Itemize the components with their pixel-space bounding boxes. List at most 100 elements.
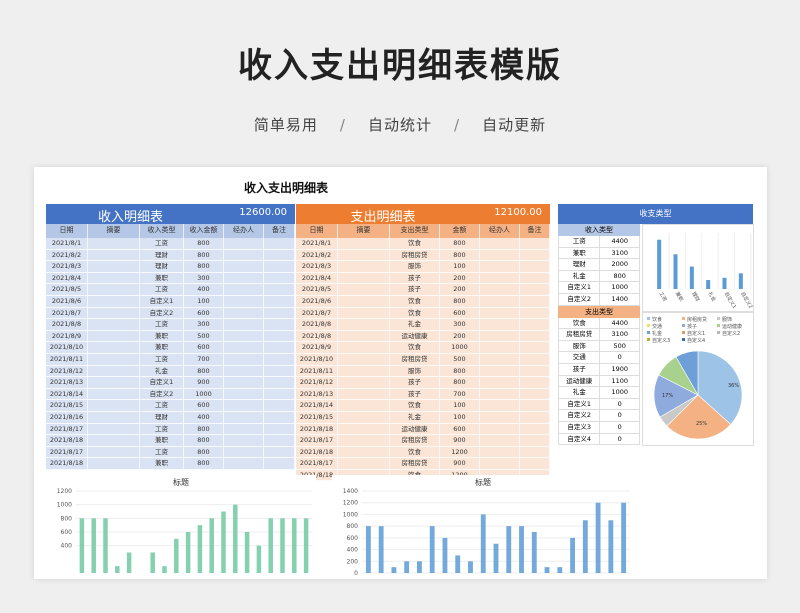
summary-row: 礼金 800 (558, 270, 640, 283)
cell-date: 2021/8/10 (296, 353, 338, 365)
cell-handler (480, 249, 520, 261)
summary-type: 自定义1 (559, 398, 601, 410)
cell-handler (480, 458, 520, 469)
table-row: 2021/8/6 自定义1 100 (46, 295, 295, 308)
cell-handler (224, 307, 264, 319)
cell-handler (224, 330, 264, 342)
summary-type: 饮食 (559, 317, 601, 329)
column-header: 日期 (296, 224, 338, 238)
chart-title: 标题 (173, 477, 189, 487)
subtitle-1: 简单易用 (253, 116, 318, 134)
cell-handler (480, 261, 520, 272)
summary-value: 0 (600, 398, 640, 410)
table-row: 2021/8/12 孩子 800 (296, 377, 550, 389)
chart-bar (197, 525, 203, 573)
table-row: 2021/8/18 饮食1200 (296, 446, 550, 459)
cell-amount: 100 (440, 261, 480, 272)
column-header: 支出类型 (390, 224, 440, 238)
cell-amount: 200 (440, 330, 480, 342)
table-row: 2021/8/15 工资 600 (46, 400, 295, 412)
cell-handler (224, 423, 264, 435)
cell-note (520, 446, 550, 458)
table-row: 2021/8/12 礼金 800 (46, 365, 295, 378)
cell-amount: 800 (184, 435, 224, 446)
cell-type: 自定义2 (140, 307, 184, 319)
income-type-label: 收入类型 (558, 224, 640, 236)
cell-handler (480, 400, 520, 411)
summary-value: 0 (600, 352, 640, 363)
table-row: 2021/8/13 自定义1 900 (46, 377, 295, 389)
table-row: 2021/8/1 工资 800 (46, 238, 295, 250)
summary-row: 饮食 4400 (558, 317, 640, 330)
cell-handler (480, 353, 520, 365)
cell-summary (338, 295, 390, 307)
chart-bar (174, 538, 179, 573)
chart-bar (221, 511, 226, 573)
y-tick-label: 1000 (343, 511, 358, 518)
cell-summary (88, 342, 140, 353)
table-row: 2021/8/17 房租房贷 900 (296, 458, 550, 470)
chart-bar (365, 526, 371, 573)
cell-summary (88, 330, 140, 342)
cell-type: 理财 (140, 411, 184, 423)
chart-title: 标题 (475, 477, 491, 487)
cell-handler (224, 261, 264, 272)
cell-date: 2021/8/18 (46, 435, 88, 446)
cell-type: 饮食 (390, 295, 440, 307)
subtitle-3: 自动更新 (482, 116, 547, 134)
chart-bar (595, 502, 601, 573)
cell-date: 2021/8/1 (46, 238, 88, 249)
cell-amount: 600 (184, 307, 224, 319)
summary-value: 3100 (600, 329, 640, 340)
summary-row: 孩子 1900 (558, 363, 640, 376)
cell-type: 饮食 (390, 446, 440, 458)
summary-panel: 收支类型 收入类型 工资 4400 兼职 3100 理财 2000 礼金 800 自定义1 100… (558, 204, 754, 446)
cell-type: 工资 (140, 446, 184, 458)
cell-type: 理财 (140, 261, 184, 272)
table-row: 2021/8/11 工资 700 (46, 353, 295, 366)
y-tick-label: 200 (347, 558, 359, 565)
cell-note (264, 446, 295, 458)
cell-date: 2021/8/15 (46, 400, 88, 411)
summary-value: 0 (600, 410, 640, 421)
cell-type: 饮食 (390, 307, 440, 319)
summary-type: 自定义4 (559, 433, 601, 445)
cell-note (264, 330, 295, 342)
cell-amount: 700 (440, 388, 480, 400)
cell-note (264, 411, 295, 423)
table-row: 2021/8/10 房租房贷 500 (296, 353, 550, 366)
cell-amount: 300 (184, 319, 224, 330)
cell-date: 2021/8/1 (296, 238, 338, 249)
cell-note (520, 272, 550, 284)
cell-note (520, 411, 550, 423)
legend-label: 自定义4 (687, 337, 705, 344)
cell-note (520, 261, 550, 272)
cell-amount: 800 (184, 365, 224, 377)
table-row: 2021/8/4 兼职 300 (46, 272, 295, 285)
subtitle-2: 自动统计 (367, 116, 432, 134)
table-row: 2021/8/18 兼职 800 (46, 435, 295, 447)
y-tick-label: 1000 (57, 502, 72, 509)
cell-note (264, 400, 295, 411)
income-header: 收入明细表 12600.00 (46, 204, 295, 225)
cell-amount: 800 (184, 249, 224, 261)
cell-note (520, 435, 550, 446)
summary-value: 3100 (600, 247, 640, 259)
cell-date: 2021/8/8 (296, 319, 338, 330)
y-tick-label: 1200 (57, 488, 72, 495)
legend-swatch (682, 338, 685, 341)
summary-row: 运动健康 1100 (558, 375, 640, 388)
column-header: 经办人 (480, 224, 520, 238)
cell-summary (338, 249, 390, 261)
cell-handler (480, 284, 520, 295)
cell-type: 服饰 (390, 261, 440, 272)
cell-date: 2021/8/9 (46, 330, 88, 342)
cell-date: 2021/8/12 (296, 377, 338, 388)
expense-rows: 2021/8/1 饮食 800 2021/8/2 房租房贷 800 2021/8/3 服饰 10… (296, 238, 550, 482)
cell-summary (338, 284, 390, 295)
summary-value: 4400 (600, 236, 640, 247)
cell-note (520, 295, 550, 307)
chart-bar (103, 518, 108, 573)
cell-note (520, 284, 550, 295)
summary-type: 房租房贷 (559, 329, 601, 340)
